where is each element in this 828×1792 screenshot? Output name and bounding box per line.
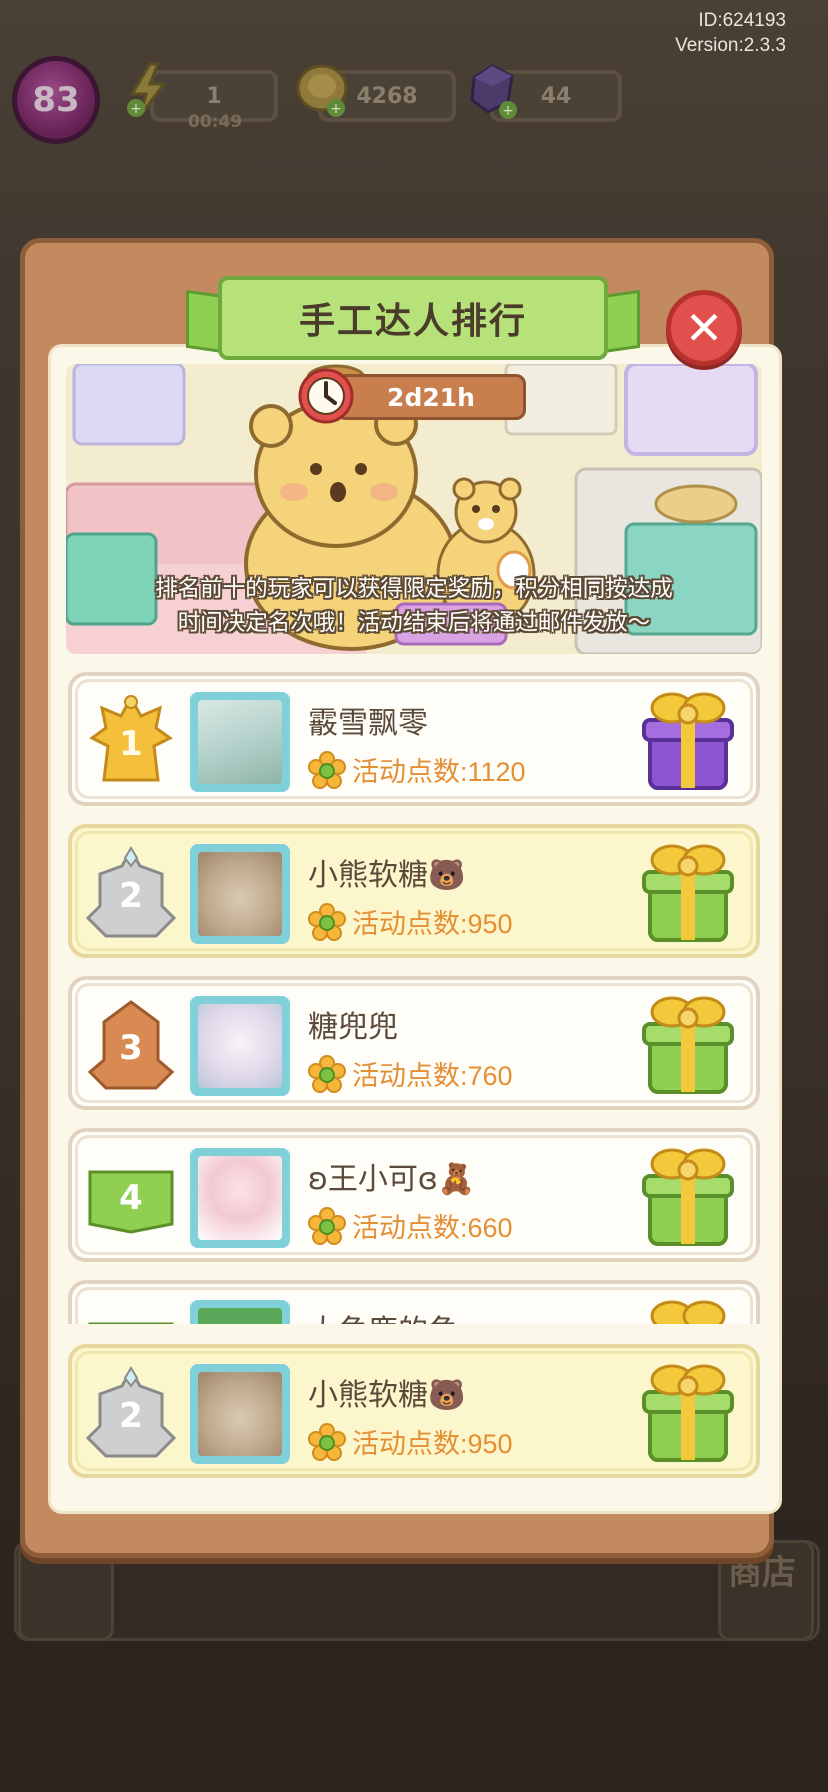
leaderboard-row[interactable]: 5 大角鹿的角	[68, 1280, 760, 1324]
leaderboard-list[interactable]: 1 霰雪飘零 活动点数:1120 2 小熊软糖🐻 活动点数:950 3 糖兜兜 …	[68, 672, 760, 1324]
player-name: 大角鹿的角	[308, 1306, 458, 1324]
gift-box-green-icon[interactable]	[640, 838, 736, 948]
energy-timer: 00:49	[188, 112, 243, 132]
avatar	[190, 1364, 290, 1464]
svg-text:+: +	[502, 103, 514, 119]
flower-icon	[308, 750, 346, 789]
avatar	[190, 996, 290, 1096]
avatar	[190, 1148, 290, 1248]
rank-number: 3	[119, 1028, 143, 1068]
points-value: 活动点数:950	[352, 1429, 513, 1459]
rank-badge-green: 5	[86, 1302, 176, 1324]
svg-text:+: +	[330, 101, 342, 117]
description-line-1: 排名前十的玩家可以获得限定奖励，积分相同按达成	[155, 576, 673, 602]
rank-badge-silver: 2	[85, 846, 177, 942]
gift-box-green-icon[interactable]	[640, 990, 736, 1100]
leaderboard-row-self[interactable]: 2 小熊软糖🐻 活动点数:950	[68, 1344, 760, 1478]
close-button[interactable]: ✕	[666, 290, 742, 366]
gift-box-green-icon[interactable]	[640, 1294, 736, 1324]
player-name: ʚ王小可ɞ🧸	[308, 1162, 476, 1197]
avatar	[190, 692, 290, 792]
player-name: 小熊软糖🐻	[308, 1378, 466, 1413]
flower-icon	[308, 1206, 346, 1245]
gem-value: 44	[540, 83, 572, 109]
version-text: Version:2.3.3	[675, 35, 786, 56]
panel-title: 手工达人排行	[298, 301, 527, 342]
rank-badge-bronze: 3	[86, 998, 176, 1094]
points-value: 活动点数:1120	[352, 757, 526, 787]
event-description: 排名前十的玩家可以获得限定奖励，积分相同按达成 时间决定名次哦！活动结束后将通过…	[66, 572, 762, 640]
points-display: 活动点数:760	[308, 1054, 513, 1093]
points-value: 活动点数:760	[352, 1061, 513, 1091]
rank-badge-gold: 1	[86, 694, 176, 790]
points-display: 活动点数:1120	[308, 750, 526, 789]
flower-icon	[308, 1054, 346, 1093]
energy-value: 1	[206, 83, 222, 109]
rank-badge-green: 4	[86, 1150, 176, 1246]
title-banner: 手工达人排行	[186, 270, 640, 380]
countdown-bar: 2d21h	[336, 374, 526, 420]
rank-number: 2	[119, 876, 143, 916]
gift-box-green-icon[interactable]	[640, 1142, 736, 1252]
flower-icon	[308, 902, 346, 941]
leaderboard-row[interactable]: 4 ʚ王小可ɞ🧸 活动点数:660	[68, 1128, 760, 1262]
flower-icon	[308, 1422, 346, 1461]
coin-value: 4268	[356, 83, 418, 109]
countdown-text: 2d21h	[387, 382, 475, 412]
user-id: ID:624193	[698, 10, 786, 31]
lightning-icon: +	[127, 62, 167, 117]
points-value: 活动点数:660	[352, 1213, 513, 1243]
avatar	[190, 1300, 290, 1324]
points-display: 活动点数:660	[308, 1206, 513, 1245]
points-value: 活动点数:950	[352, 909, 513, 939]
rank-number: 1	[119, 724, 143, 764]
leaderboard-row[interactable]: 1 霰雪飘零 活动点数:1120	[68, 672, 760, 806]
level-number: 83	[32, 80, 80, 120]
points-display: 活动点数:950	[308, 1422, 513, 1461]
leaderboard-row[interactable]: 3 糖兜兜 活动点数:760	[68, 976, 760, 1110]
ribbon-badge-icon	[88, 1322, 174, 1324]
gift-box-green-icon[interactable]	[640, 1358, 736, 1468]
close-icon: ✕	[684, 301, 724, 355]
svg-text:+: +	[130, 101, 142, 117]
player-name: 小熊软糖🐻	[308, 858, 466, 893]
level-badge[interactable]: 83	[12, 56, 100, 144]
banner-body: 手工达人排行	[218, 276, 608, 360]
coin-icon: +	[296, 64, 348, 117]
rank-number: 2	[119, 1396, 143, 1436]
version-info: ID:624193 Version:2.3.3	[675, 8, 786, 58]
rank-number: 4	[119, 1178, 143, 1218]
rank-badge-silver: 2	[85, 1366, 177, 1462]
leaderboard-row[interactable]: 2 小熊软糖🐻 活动点数:950	[68, 824, 760, 958]
player-name: 霰雪飘零	[308, 706, 428, 741]
gift-box-purple-icon[interactable]	[640, 686, 736, 796]
gem-icon: +	[470, 64, 517, 119]
points-display: 活动点数:950	[308, 902, 513, 941]
player-name: 糖兜兜	[308, 1010, 398, 1045]
description-line-2: 时间决定名次哦！活动结束后将通过邮件发放～	[177, 610, 651, 636]
avatar	[190, 844, 290, 944]
